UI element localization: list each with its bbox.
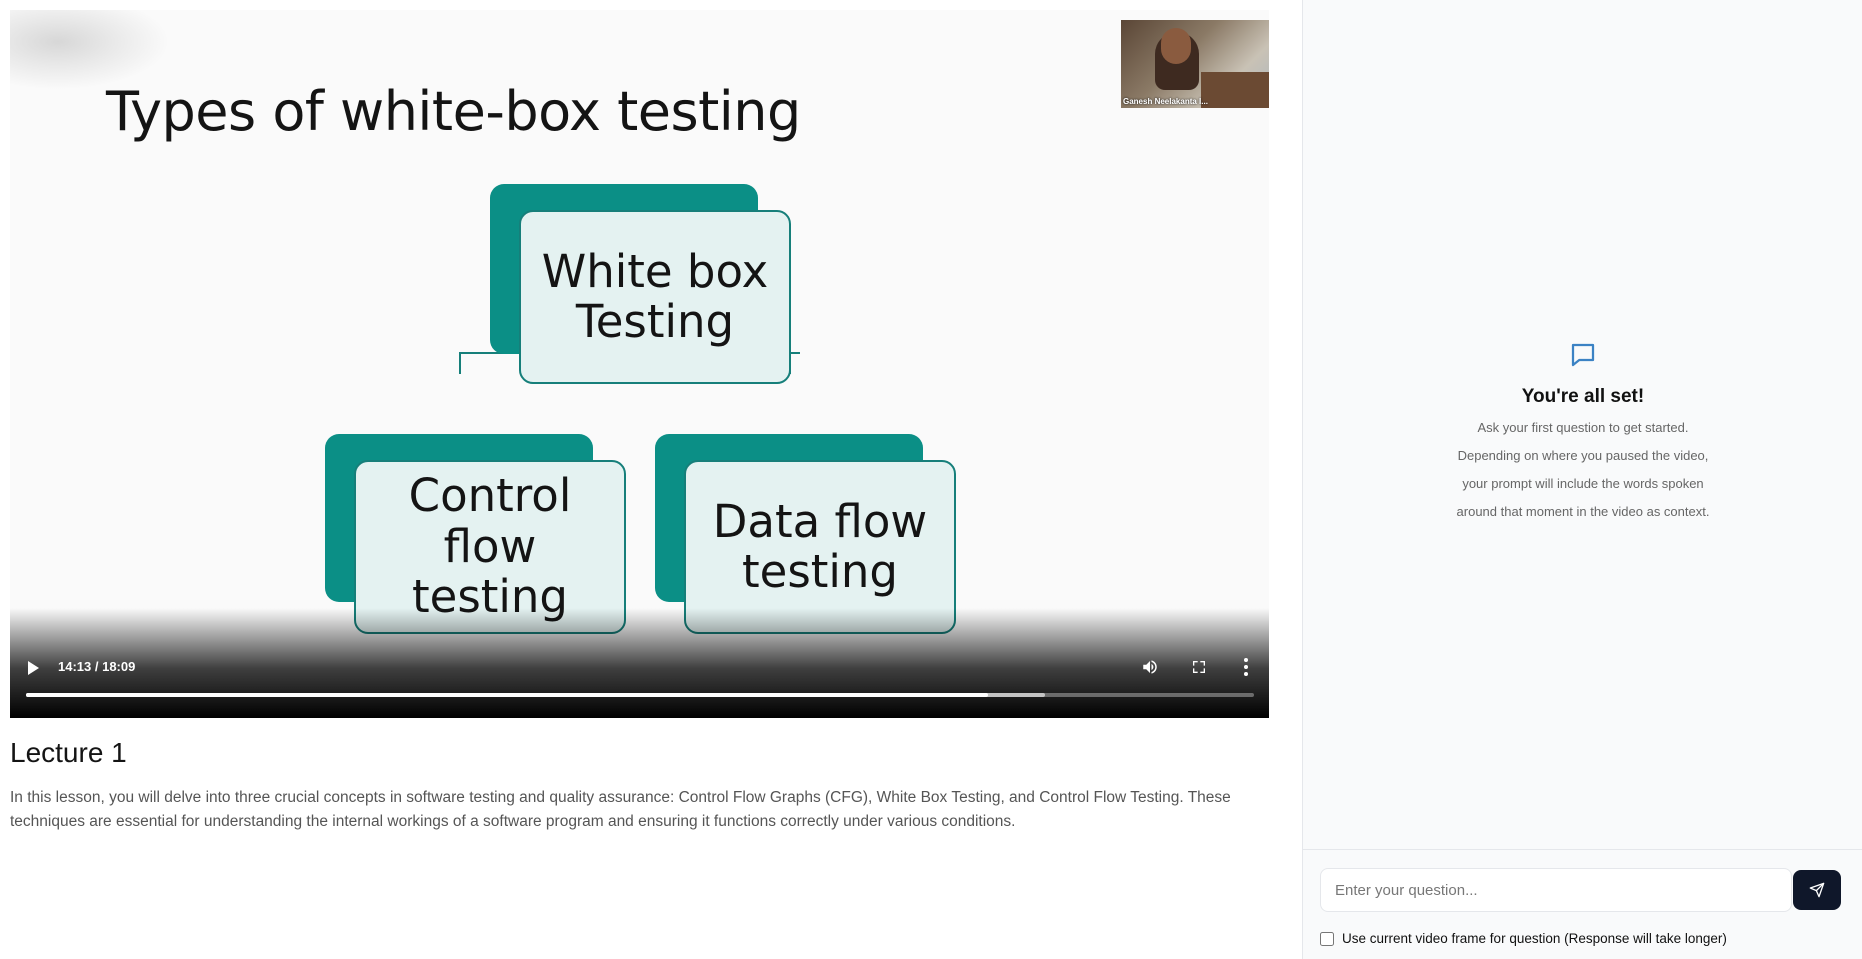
fullscreen-icon[interactable] — [1191, 659, 1207, 675]
empty-state-line: your prompt will include the words spoke… — [1462, 476, 1704, 491]
empty-state-line: around that moment in the video as conte… — [1456, 504, 1710, 519]
empty-state-title: You're all set! — [1521, 386, 1645, 407]
slide-title: Types of white-box testing — [106, 80, 801, 143]
progress-played — [26, 693, 988, 697]
play-icon[interactable] — [28, 661, 39, 675]
empty-state-line: Depending on where you paused the video, — [1457, 448, 1709, 463]
video-controls: 14:13 / 18:09 — [10, 608, 1269, 718]
diagram-connector — [459, 352, 461, 374]
video-frame-checkbox[interactable] — [1320, 931, 1334, 946]
chat-panel: You're all set! Ask your first question … — [1302, 0, 1862, 959]
progress-bar[interactable] — [26, 693, 1254, 697]
video-frame-option[interactable]: Use current video frame for question (Re… — [1320, 931, 1727, 946]
diagram-root-box: White box Testing — [519, 210, 791, 384]
question-input[interactable] — [1320, 868, 1792, 912]
empty-state-text: Ask your first question to get started. … — [1433, 414, 1733, 526]
video-frame-checkbox-label: Use current video frame for question (Re… — [1342, 931, 1727, 946]
video-player[interactable]: Types of white-box testing White box Tes… — [10, 10, 1269, 718]
volume-icon[interactable] — [1141, 658, 1159, 676]
webcam-head — [1161, 28, 1191, 64]
lecture-title: Lecture 1 — [10, 737, 127, 768]
chat-empty-state: You're all set! Ask your first question … — [1303, 340, 1862, 526]
empty-state-line: Ask your first question to get started. — [1477, 420, 1689, 435]
slide-decoration — [10, 10, 170, 90]
more-options-icon[interactable] — [1242, 657, 1250, 677]
question-composer: Use current video frame for question (Re… — [1303, 849, 1862, 959]
lecture-description: In this lesson, you will delve into thre… — [10, 789, 1231, 830]
webcam-overlay: Ganesh Neelakanta I... — [1121, 20, 1269, 108]
main-content: Types of white-box testing White box Tes… — [0, 0, 1302, 959]
time-display: 14:13 / 18:09 — [58, 659, 136, 674]
webcam-desk — [1201, 72, 1269, 108]
webcam-name: Ganesh Neelakanta I... — [1123, 97, 1208, 106]
send-icon — [1809, 882, 1825, 898]
send-button[interactable] — [1793, 870, 1841, 910]
chat-bubble-icon — [1571, 343, 1595, 367]
